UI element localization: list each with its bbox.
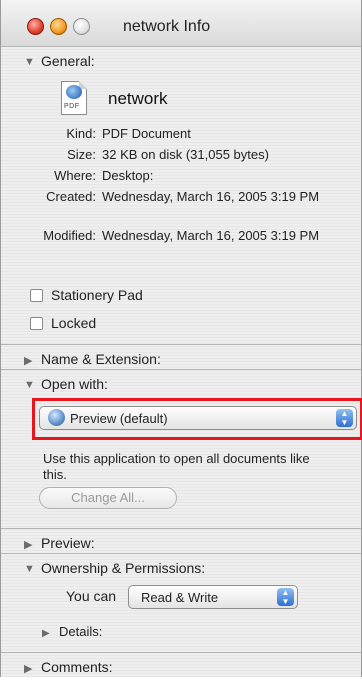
details-label[interactable]: Details: [59, 624, 102, 639]
details-disclosure-icon[interactable]: ▶ [42, 628, 50, 639]
created-key: Created: [46, 189, 96, 204]
title-bar[interactable]: network Info [1, 0, 361, 47]
open-with-app-popup[interactable]: Preview (default) ▲ ▼ [39, 406, 357, 430]
section-preview-label: Preview: [41, 535, 95, 551]
modified-value: Wednesday, March 16, 2005 3:19 PM [102, 228, 320, 243]
size-key: Size: [67, 147, 96, 162]
kind-key: Kind: [66, 126, 96, 141]
stationery-pad-label[interactable]: Stationery Pad [51, 287, 143, 303]
disclosure-closed-icon[interactable]: ▶ [24, 662, 32, 675]
close-button[interactable] [27, 18, 44, 35]
created-value: Wednesday, March 16, 2005 3:19 PM [102, 189, 320, 204]
section-ownership-permissions[interactable]: ▼ Ownership & Permissions: [1, 553, 361, 582]
section-comments-label: Comments: [41, 659, 113, 675]
permission-value: Read & Write [141, 590, 219, 605]
stationery-pad-checkbox[interactable] [30, 289, 43, 302]
preview-app-icon [48, 409, 65, 426]
pdf-document-icon: PDF [61, 81, 87, 115]
section-name-extension-label: Name & Extension: [41, 351, 161, 367]
section-general-label: General: [41, 53, 95, 69]
kind-value: PDF Document [102, 126, 191, 141]
open-with-app-value: Preview (default) [70, 411, 168, 426]
where-value: Desktop: [102, 168, 154, 183]
size-value: 32 KB on disk (31,055 bytes) [102, 147, 269, 162]
disclosure-closed-icon[interactable]: ▶ [24, 354, 32, 367]
you-can-label: You can [66, 588, 117, 604]
section-open-with-label: Open with: [41, 376, 108, 392]
locked-label[interactable]: Locked [51, 315, 96, 331]
modified-key: Modified: [43, 228, 96, 243]
window-title: network Info [123, 18, 211, 35]
open-with-note: Use this application to open all documen… [43, 451, 310, 482]
info-window: network Info ▼ General: PDF network Kind… [0, 0, 362, 677]
section-ownership-label: Ownership & Permissions: [41, 560, 206, 576]
zoom-button[interactable] [73, 18, 90, 35]
where-key: Where: [54, 168, 96, 183]
locked-checkbox[interactable] [30, 317, 43, 330]
disclosure-closed-icon[interactable]: ▶ [24, 538, 32, 551]
disclosure-open-icon[interactable]: ▼ [24, 56, 35, 68]
disclosure-open-icon[interactable]: ▼ [24, 563, 35, 575]
section-general[interactable]: ▼ General: [1, 46, 361, 75]
section-open-with[interactable]: ▼ Open with: [1, 369, 361, 398]
popup-arrows-icon: ▲ ▼ [336, 409, 353, 427]
disclosure-open-icon[interactable]: ▼ [24, 379, 35, 391]
permission-popup[interactable]: Read & Write ▲ ▼ [128, 585, 298, 609]
change-all-button[interactable]: Change All... [39, 487, 177, 509]
minimize-button[interactable] [50, 18, 67, 35]
file-name: network [108, 89, 168, 108]
popup-arrows-icon: ▲ ▼ [277, 588, 294, 606]
